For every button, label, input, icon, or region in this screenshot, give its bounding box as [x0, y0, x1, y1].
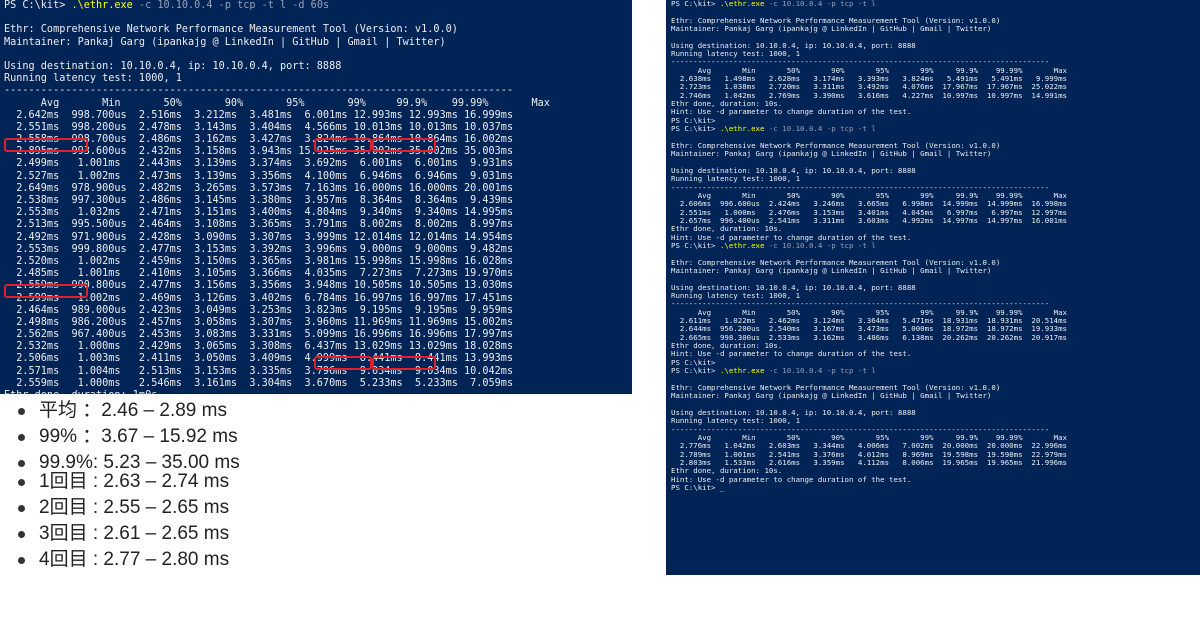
right-terminal-line: Hint: Use -d parameter to change duratio…	[671, 474, 912, 484]
left-terminal-line: 2.498ms 986.200us 2.457ms 3.058ms 3.307m…	[4, 316, 514, 328]
left-terminal-line: 2.649ms 978.900us 2.482ms 3.265ms 3.573m…	[4, 182, 514, 194]
right-terminal-line: PS C:\kit> _	[671, 482, 725, 492]
right-terminal-line: Maintainer: Pankaj Garg (ipankajg @ Link…	[671, 391, 992, 401]
left-terminal-line: 2.551ms 998.200us 2.478ms 3.143ms 3.404m…	[4, 121, 514, 133]
left-terminal-line: 2.520ms 1.002ms 2.459ms 3.150ms 3.365ms …	[4, 255, 514, 267]
right-terminal-line: Hint: Use -d parameter to change duratio…	[671, 107, 912, 117]
left-terminal-line: Using destination: 10.10.0.4, ip: 10.10.…	[4, 60, 342, 72]
bullet-item: 1回目 : 2.63 – 2.74 ms	[18, 469, 618, 495]
left-terminal-line: 2.499ms 1.001ms 2.443ms 3.139ms 3.374ms …	[4, 158, 514, 170]
left-terminal-line: 2.599ms 1.002ms 2.469ms 3.126ms 3.402ms …	[4, 292, 514, 304]
bullet-text: 1回目 : 2.63 – 2.74 ms	[39, 471, 230, 492]
bullet-text: 2回目 : 2.55 – 2.65 ms	[39, 497, 230, 518]
left-terminal-line: 2.558ms 998.700us 2.486ms 3.162ms 3.427m…	[4, 134, 514, 146]
right-terminal-line: Maintainer: Pankaj Garg (ipankajg @ Link…	[671, 266, 992, 275]
right-terminal-line: Maintainer: Pankaj Garg (ipankajg @ Link…	[671, 149, 992, 159]
right-terminal-line: PS C:\kit> .\ethr.exe -c 10.10.0.4 -p tc…	[671, 240, 876, 250]
left-terminal-line: 2.559ms 990.800us 2.477ms 3.156ms 3.356m…	[4, 280, 514, 292]
left-terminal-line: 2.513ms 995.500us 2.464ms 3.108ms 3.365m…	[4, 219, 514, 231]
bullet-dot-icon	[18, 556, 25, 564]
left-terminal-line: 2.553ms 1.032ms 2.471ms 3.151ms 3.400ms …	[4, 207, 514, 219]
bullet-item: 4回目 : 2.77 – 2.80 ms	[18, 547, 618, 573]
bullet-item: 2回目 : 2.55 – 2.65 ms	[18, 495, 618, 521]
bullet-dot-icon	[18, 407, 25, 415]
bullet-dot-icon	[18, 433, 25, 441]
left-terminal-line: 2.527ms 1.002ms 2.473ms 3.139ms 3.356ms …	[4, 170, 514, 182]
left-terminal-line: 2.562ms 967.400us 2.453ms 3.083ms 3.331m…	[4, 329, 514, 341]
summary-bullet-list: 平均 ：2.46 – 2.89 ms 99% ：3.67 – 15.92 ms 99…	[18, 398, 618, 476]
left-terminal-line: Ethr done, duration: 1m0s.	[4, 390, 628, 394]
left-terminal-window: PS C:\kit> .\ethr.exe -c 10.10.0.4 -p tc…	[0, 0, 632, 394]
bullet-item: 3回目 : 2.61 – 2.65 ms	[18, 521, 618, 547]
left-terminal-line: 2.895ms 993.600us 2.432ms 3.158ms 3.943m…	[4, 146, 514, 158]
bullet-item: 99% ：3.67 – 15.92 ms	[18, 424, 618, 450]
left-terminal-line: Running latency test: 1000, 1	[4, 73, 182, 85]
left-terminal-line: 2.506ms 1.003ms 2.411ms 3.050ms 3.409ms …	[4, 353, 514, 365]
left-terminal-line: 2.553ms 999.800us 2.477ms 3.153ms 3.392m…	[4, 243, 514, 255]
bullet-dot-icon	[18, 478, 25, 486]
left-terminal-line: 2.532ms 1.000ms 2.429ms 3.065ms 3.308ms …	[4, 341, 514, 353]
right-terminal-line: Maintainer: Pankaj Garg (ipankajg @ Link…	[671, 24, 992, 34]
right-terminal-line: PS C:\kit> .\ethr.exe -c 10.10.0.4 -p tc…	[671, 0, 876, 8]
right-terminal-window: PS C:\kit> .\ethr.exe -c 10.10.0.4 -p tc…	[666, 0, 1200, 575]
bullet-text: 3回目 : 2.61 – 2.65 ms	[39, 523, 230, 544]
left-terminal-line: Ethr: Comprehensive Network Performance …	[4, 24, 458, 36]
left-terminal-line: Maintainer: Pankaj Garg (ipankajg @ Link…	[4, 36, 446, 48]
bullet-text: 4回目 : 2.77 – 2.80 ms	[39, 549, 230, 570]
bullet-text: 平均 ：2.46 – 2.89 ms	[39, 400, 227, 421]
left-terminal-line: Avg Min 50% 90% 95% 99% 99.9% 99.99% Max	[4, 97, 550, 109]
right-terminal-line: Hint: Use -d parameter to change duratio…	[671, 349, 912, 359]
bullet-dot-icon	[18, 504, 25, 512]
bullet-item: 平均 ：2.46 – 2.89 ms	[18, 398, 618, 424]
right-terminal-line: PS C:\kit> .\ethr.exe -c 10.10.0.4 -p tc…	[671, 366, 876, 376]
left-terminal-line	[4, 12, 628, 24]
bullet-dot-icon	[18, 530, 25, 538]
left-terminal-line	[4, 49, 628, 61]
left-terminal-line: 2.492ms 971.900us 2.428ms 3.090ms 3.307m…	[4, 231, 514, 243]
bullet-text: 99% ：3.67 – 15.92 ms	[39, 426, 238, 447]
left-terminal-line: 2.464ms 989.000us 2.423ms 3.049ms 3.253m…	[4, 304, 514, 316]
left-terminal-line: PS C:\kit> .\ethr.exe -c 10.10.0.4 -p tc…	[4, 0, 330, 11]
left-terminal-line: 2.559ms 1.000ms 2.546ms 3.161ms 3.304ms …	[4, 377, 514, 389]
left-terminal-line: 2.642ms 998.700us 2.516ms 3.212ms 3.481m…	[4, 109, 514, 121]
left-terminal-line: ----------------------------------------…	[4, 85, 514, 97]
left-terminal-line: 2.485ms 1.001ms 2.410ms 3.105ms 3.366ms …	[4, 268, 514, 280]
runs-bullet-list: 1回目 : 2.63 – 2.74 ms 2回目 : 2.55 – 2.65 ms…	[18, 469, 618, 573]
right-terminal-line: PS C:\kit> .\ethr.exe -c 10.10.0.4 -p tc…	[671, 124, 876, 134]
bullet-dot-icon	[18, 459, 25, 467]
left-terminal-line: 2.571ms 1.004ms 2.513ms 3.153ms 3.335ms …	[4, 365, 514, 377]
left-terminal-line: 2.538ms 997.300us 2.486ms 3.145ms 3.380m…	[4, 195, 514, 206]
